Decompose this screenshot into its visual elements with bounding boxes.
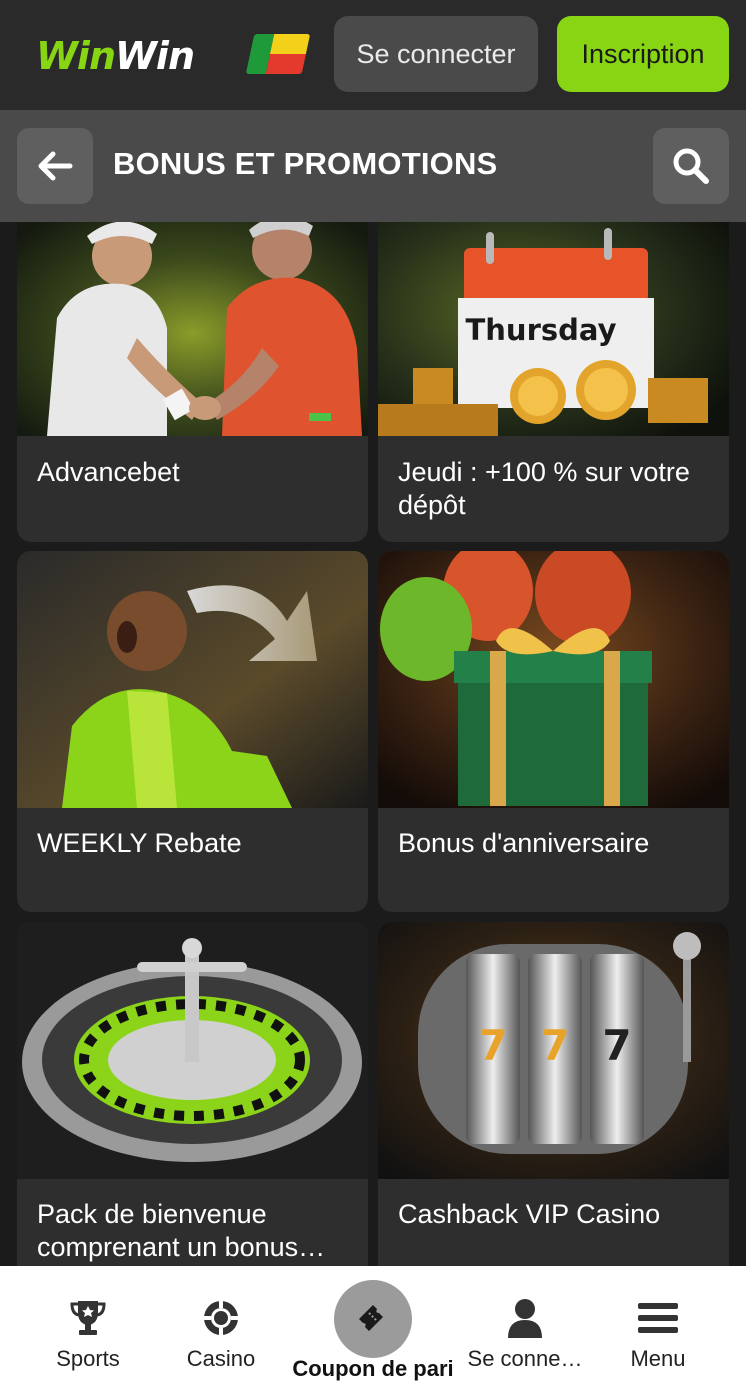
- svg-text:7: 7: [602, 1021, 631, 1070]
- arrow-left-icon: [38, 151, 73, 181]
- promo-title: WEEKLY Rebate: [37, 828, 242, 858]
- search-button[interactable]: [653, 128, 729, 204]
- promo-image-tennis-handshake: [17, 222, 368, 436]
- benin-flag-icon[interactable]: [245, 34, 311, 74]
- nav-sports-label: Sports: [56, 1346, 120, 1371]
- hamburger-menu-icon: [638, 1303, 678, 1333]
- promo-card-cashback-vip[interactable]: 7 7 7 Cashback VIP Casino: [378, 922, 729, 1266]
- promo-card-weekly-rebate[interactable]: WEEKLY Rebate: [17, 551, 368, 912]
- svg-text:7: 7: [478, 1021, 507, 1070]
- promo-title: Pack de bienvenue comprenant un bonus…: [37, 1199, 326, 1262]
- promo-title: Advancebet: [37, 457, 180, 487]
- bottom-navigation: Sports Casino Coupon de pari Se conne… M…: [0, 1266, 746, 1397]
- nav-coupon[interactable]: [334, 1280, 412, 1358]
- promotions-grid: Advancebet Thursday Jeudi: +100 % sur v…: [0, 222, 746, 1266]
- login-button[interactable]: Se connecter: [334, 16, 538, 92]
- promo-card-advancebet[interactable]: Advancebet: [17, 222, 368, 542]
- nav-account[interactable]: Se conne…: [460, 1266, 590, 1397]
- promo-card-welcome-pack[interactable]: Pack de bienvenue comprenant un bonus…: [17, 922, 368, 1266]
- promo-title: Jeudi : +100 % sur votre dépôt: [398, 457, 690, 520]
- promo-image-football-celebration: [17, 551, 368, 808]
- ticket-icon: [359, 1305, 383, 1331]
- promo-image-gift-box: [378, 551, 729, 808]
- nav-casino-label: Casino: [186, 1346, 256, 1371]
- page-title: BONUS ET PROMOTIONS: [113, 146, 498, 181]
- nav-casino[interactable]: Casino: [171, 1266, 271, 1397]
- signup-button[interactable]: Inscription: [557, 16, 729, 92]
- nav-menu-label: Menu: [630, 1346, 686, 1371]
- user-icon: [508, 1299, 542, 1338]
- nav-menu[interactable]: Menu: [613, 1266, 703, 1397]
- promo-title: Bonus d'anniversaire: [398, 828, 650, 858]
- promo-image-slot-machine: 7 7 7: [378, 922, 729, 1179]
- promo-card-thursday-deposit[interactable]: Thursday Jeudi : +100 % sur votre dépôt: [378, 222, 729, 542]
- back-button[interactable]: [17, 128, 93, 204]
- promo-title: Cashback VIP Casino: [398, 1199, 661, 1229]
- promo-image-roulette: [17, 922, 368, 1179]
- casino-chip-icon: [204, 1301, 238, 1335]
- nav-coupon-label: Coupon de pari: [292, 1356, 454, 1381]
- promo-image-thursday-calendar: Thursday: [378, 222, 729, 436]
- svg-text:7: 7: [540, 1021, 569, 1070]
- nav-account-label: Se conne…: [467, 1346, 583, 1371]
- page-header: BONUS ET PROMOTIONS: [0, 110, 746, 222]
- search-icon: [673, 148, 709, 184]
- promo-card-birthday-bonus[interactable]: Bonus d'anniversaire: [378, 551, 729, 912]
- trophy-icon: [70, 1301, 106, 1335]
- winwin-logo[interactable]: WinWin: [36, 34, 195, 78]
- top-bar: WinWin Se connecter Inscription: [0, 0, 746, 110]
- nav-sports[interactable]: Sports: [38, 1266, 138, 1397]
- thursday-image-text: Thursday: [466, 313, 617, 347]
